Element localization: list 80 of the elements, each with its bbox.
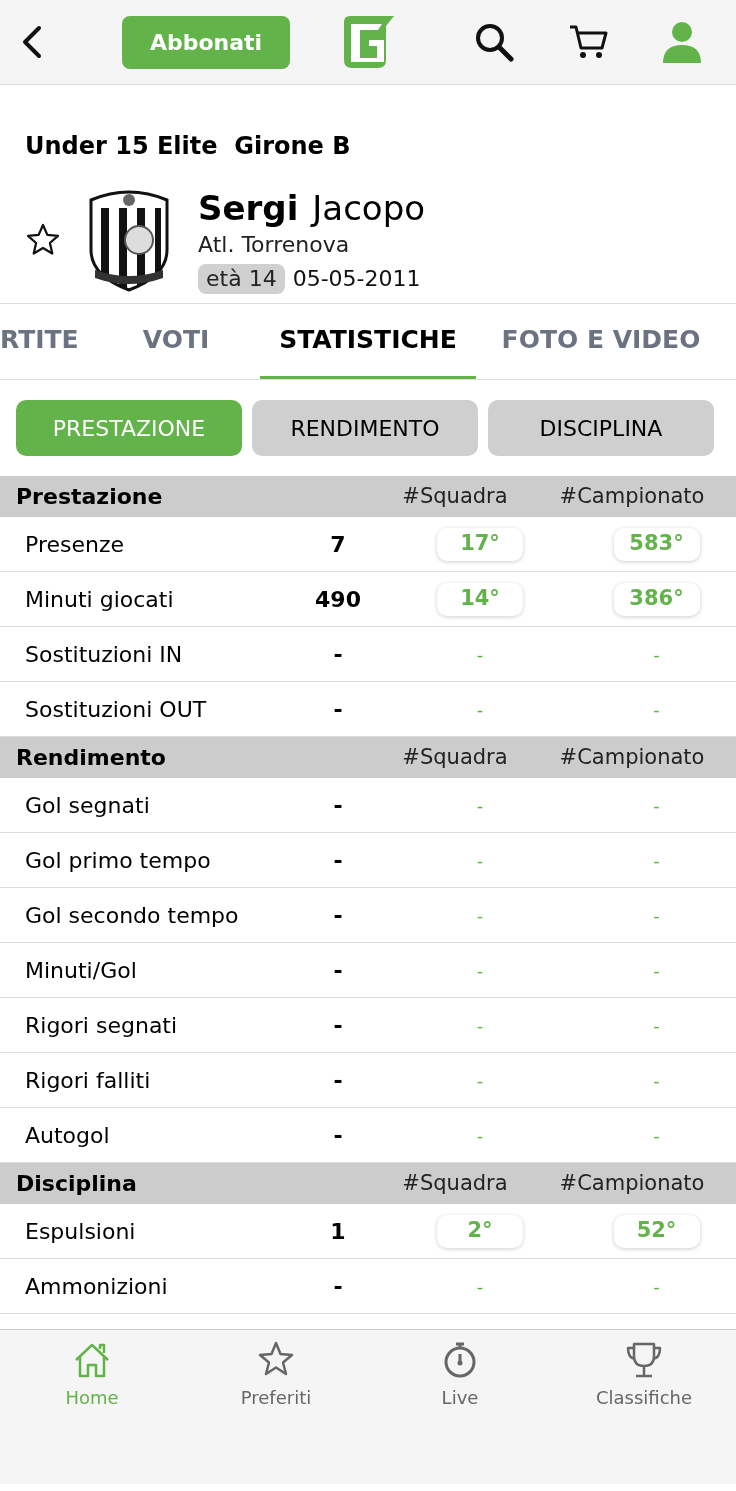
column-header: #Squadra [401, 1169, 509, 1197]
stat-value: - [332, 901, 344, 930]
nav-tab[interactable]: Classifiche [552, 1330, 736, 1420]
column-header: #Squadra [401, 482, 509, 510]
rank-value: - [653, 958, 660, 983]
rank-value: - [653, 1123, 660, 1148]
nav-tab[interactable]: Preferiti [184, 1330, 368, 1420]
rank-badge: 386° [613, 582, 700, 616]
tab[interactable]: FOTO E VIDEO [476, 304, 726, 379]
column-header: #Campionato [558, 482, 706, 510]
stat-value: - [332, 1272, 344, 1301]
tab[interactable]: RTITE [0, 304, 92, 379]
rank-value: - [653, 1274, 660, 1299]
stat-label: Sostituzioni IN [25, 640, 184, 669]
stat-value: - [332, 846, 344, 875]
stat-label: Sostituzioni OUT [25, 695, 208, 724]
rank-value: - [476, 1068, 484, 1093]
stat-label: Minuti/Gol [25, 956, 138, 985]
stat-value: 7 [329, 530, 347, 559]
stat-label: Minuti giocati [25, 585, 175, 614]
stat-label: Espulsioni [25, 1217, 137, 1246]
rank-value: - [476, 958, 484, 983]
tab[interactable]: VOTI [92, 304, 260, 379]
rank-badge: 583° [613, 527, 700, 561]
column-header: #Squadra [401, 743, 509, 771]
stat-value: 1 [329, 1217, 347, 1246]
rank-value: - [653, 1013, 660, 1038]
rank-value: - [653, 697, 660, 722]
stat-value: - [332, 791, 344, 820]
stat-value: 490 [314, 585, 362, 614]
competition-title: Under 15 Elite Girone B [25, 131, 351, 162]
rank-value: - [476, 697, 484, 722]
rank-value: - [476, 1123, 484, 1148]
club-name: Atl. Torrenova [198, 231, 350, 259]
rank-value: - [653, 848, 660, 873]
stat-value: - [332, 1066, 344, 1095]
stat-value: - [332, 640, 344, 669]
stat-label: Rigori segnati [25, 1011, 179, 1040]
age-badge: età 14 [198, 264, 285, 294]
stat-value: - [332, 1011, 344, 1040]
stat-value: - [332, 956, 344, 985]
rank-value: - [476, 793, 484, 818]
section-title: Disciplina [16, 1170, 138, 1198]
birth-date: 05-05-2011 [292, 265, 421, 293]
rank-value: - [476, 642, 484, 667]
section-title: Rendimento [16, 744, 167, 772]
rank-badge: 52° [613, 1214, 700, 1248]
rank-value: - [653, 903, 660, 928]
rank-value: - [476, 1013, 484, 1038]
stat-label: Autogol [25, 1121, 111, 1150]
back-icon [21, 25, 43, 59]
stat-label: Presenze [25, 530, 125, 559]
stat-label: Gol secondo tempo [25, 901, 240, 930]
cart-icon[interactable] [568, 23, 608, 61]
stat-value: - [332, 695, 344, 724]
club-crest-icon [87, 188, 171, 292]
rank-badge: 2° [437, 1214, 523, 1248]
stat-label: Gol primo tempo [25, 846, 212, 875]
stat-label: Gol segnati [25, 791, 151, 820]
stat-label: Ammonizioni [25, 1272, 169, 1301]
nav-tab[interactable]: Live [368, 1330, 552, 1420]
filter-button[interactable]: RENDIMENTO [252, 400, 478, 456]
filter-button[interactable]: DISCIPLINA [488, 400, 714, 456]
stat-label: Rigori falliti [25, 1066, 152, 1095]
rank-badge: 17° [437, 527, 523, 561]
rank-value: - [653, 1068, 660, 1093]
rank-value: - [476, 848, 484, 873]
rank-badge: 14° [437, 582, 523, 616]
stat-value: - [332, 1121, 344, 1150]
column-header: #Campionato [558, 743, 706, 771]
search-icon[interactable] [474, 22, 514, 62]
rank-value: - [476, 1274, 484, 1299]
player-surname: Sergi [198, 187, 299, 230]
rank-value: - [653, 642, 660, 667]
column-header: #Campionato [558, 1169, 706, 1197]
rank-value: - [476, 903, 484, 928]
tab[interactable]: STATISTICHE [260, 304, 476, 379]
rank-value: - [653, 793, 660, 818]
player-first-name: Jacopo [312, 187, 426, 230]
section-title: Prestazione [16, 483, 164, 511]
